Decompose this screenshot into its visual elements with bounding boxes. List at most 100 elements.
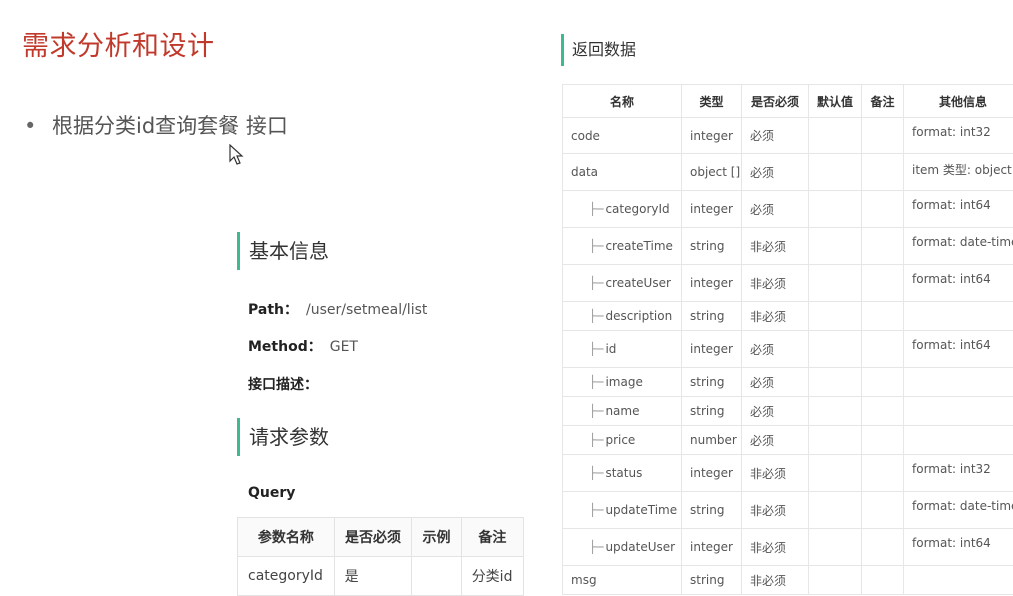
return-table-row: dataobject []必须 item 类型: object [563, 154, 1013, 191]
field-other-cell [904, 426, 1013, 455]
query-table-row: categoryId 是 分类id [238, 557, 524, 596]
query-col-header: 备注 [461, 518, 523, 557]
tree-branch-icon: ├─ [589, 342, 603, 356]
query-col-header: 是否必须 [334, 518, 412, 557]
field-required-cell: 非必须 [742, 492, 809, 529]
field-default-cell [809, 118, 862, 154]
field-note-cell [862, 397, 904, 426]
query-table-header-row: 参数名称 是否必须 示例 备注 [238, 518, 524, 557]
return-table-row: ├─idinteger必须format: int64 [563, 331, 1013, 368]
field-required-cell: 必须 [742, 368, 809, 397]
field-other-cell [904, 368, 1013, 397]
field-type-cell: string [682, 302, 742, 331]
field-name-cell: code [563, 118, 682, 154]
field-other-cell: format: int64 [904, 529, 1013, 566]
mouse-pointer-icon [229, 144, 245, 166]
field-name-cell: msg [563, 566, 682, 595]
field-other-cell [904, 302, 1013, 331]
return-table-row: msg string非必须 [563, 566, 1013, 595]
slide-title: 需求分析和设计 [22, 24, 215, 63]
field-name: name [605, 404, 639, 418]
tree-branch-icon: ├─ [589, 276, 603, 290]
field-type-cell: integer [682, 331, 742, 368]
field-default-cell [809, 154, 862, 191]
return-table-row: ├─pricenumber必须 [563, 426, 1013, 455]
field-name: createUser [605, 276, 670, 290]
field-other-cell: format: int32 [904, 118, 1013, 154]
field-default-cell [809, 265, 862, 302]
field-name: updateUser [605, 540, 675, 554]
tree-branch-icon: ├─ [589, 404, 603, 418]
field-type-cell: number [682, 426, 742, 455]
return-table-row: ├─updateTimestring非必须format: date-time [563, 492, 1013, 529]
query-cell [412, 557, 461, 596]
query-cell: 分类id [461, 557, 523, 596]
field-note-cell [862, 492, 904, 529]
field-note-cell [862, 455, 904, 492]
return-table-row: ├─imagestring必须 [563, 368, 1013, 397]
field-other-cell: format: int64 [904, 265, 1013, 302]
field-name: categoryId [605, 202, 669, 216]
field-other-cell: format: date-time [904, 228, 1013, 265]
return-col-header: 默认值 [809, 85, 862, 118]
return-table-row: ├─updateUserinteger非必须format: int64 [563, 529, 1013, 566]
field-note-cell [862, 228, 904, 265]
path-value: /user/setmeal/list [306, 302, 427, 318]
field-type-cell: integer [682, 529, 742, 566]
field-name-cell: ├─description [563, 302, 682, 331]
field-type-cell: string [682, 566, 742, 595]
tree-branch-icon: ├─ [589, 503, 603, 517]
field-default-cell [809, 191, 862, 228]
field-note-cell [862, 529, 904, 566]
field-note-cell [862, 331, 904, 368]
bullet-text: 根据分类id查询套餐 接口 [52, 114, 288, 138]
field-name-cell: ├─name [563, 397, 682, 426]
bullet-item: •根据分类id查询套餐 接口 [24, 110, 288, 140]
basic-info-heading: 基本信息 [237, 232, 329, 270]
description-field: 接口描述： [248, 374, 318, 394]
field-name-cell: ├─updateUser [563, 529, 682, 566]
field-name-cell: ├─createTime [563, 228, 682, 265]
field-type-cell: string [682, 368, 742, 397]
field-default-cell [809, 397, 862, 426]
bullet-dot-icon: • [24, 114, 52, 138]
field-name: msg [571, 573, 597, 587]
return-col-header: 备注 [862, 85, 904, 118]
field-required-cell: 必须 [742, 154, 809, 191]
tree-branch-icon: ├─ [589, 433, 603, 447]
field-other-cell: format: int64 [904, 331, 1013, 368]
return-data-heading: 返回数据 [561, 34, 636, 66]
return-col-header: 名称 [563, 85, 682, 118]
field-required-cell: 非必须 [742, 228, 809, 265]
tree-branch-icon: ├─ [589, 375, 603, 389]
request-params-heading: 请求参数 [237, 418, 329, 456]
field-other-cell: item 类型: object [904, 154, 1013, 191]
field-name-cell: ├─price [563, 426, 682, 455]
field-default-cell [809, 426, 862, 455]
field-name-cell: data [563, 154, 682, 191]
query-cell: categoryId [238, 557, 335, 596]
field-name: description [605, 309, 672, 323]
field-note-cell [862, 191, 904, 228]
field-required-cell: 非必须 [742, 566, 809, 595]
tree-branch-icon: ├─ [589, 309, 603, 323]
return-table-row: ├─createUserinteger非必须format: int64 [563, 265, 1013, 302]
method-value: GET [330, 339, 358, 355]
field-default-cell [809, 492, 862, 529]
field-note-cell [862, 302, 904, 331]
field-note-cell [862, 566, 904, 595]
field-type-cell: object [] [682, 154, 742, 191]
field-type-cell: string [682, 397, 742, 426]
field-note-cell [862, 426, 904, 455]
field-required-cell: 必须 [742, 426, 809, 455]
field-note-cell [862, 368, 904, 397]
tree-branch-icon: ├─ [589, 202, 603, 216]
field-name-cell: ├─updateTime [563, 492, 682, 529]
query-cell: 是 [334, 557, 412, 596]
field-name-cell: ├─image [563, 368, 682, 397]
return-table-row: ├─namestring必须 [563, 397, 1013, 426]
field-name: updateTime [605, 503, 677, 517]
query-params-table: 参数名称 是否必须 示例 备注 categoryId 是 分类id [237, 517, 524, 596]
return-table-row: ├─createTimestring非必须format: date-time [563, 228, 1013, 265]
field-other-cell [904, 397, 1013, 426]
